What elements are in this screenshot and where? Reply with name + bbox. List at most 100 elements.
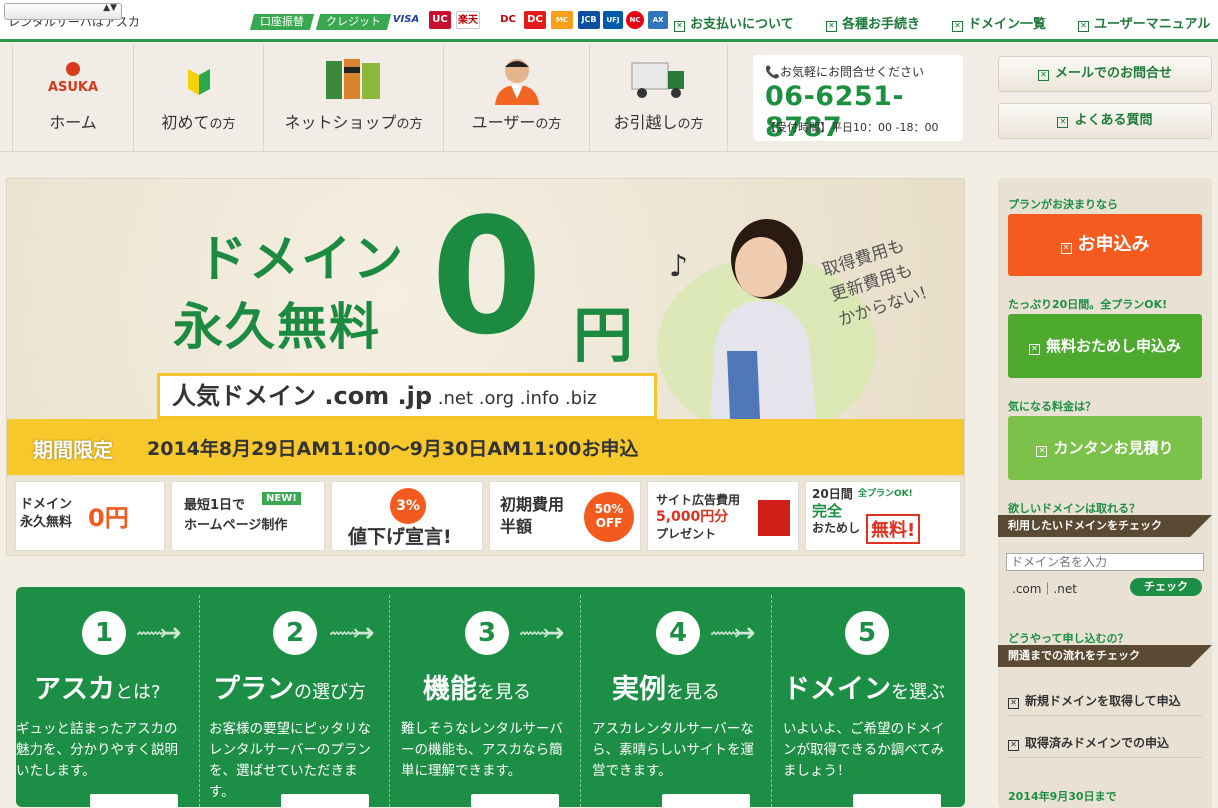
- hero-zero: 0: [431, 183, 543, 370]
- gift-box-icon: [758, 500, 790, 536]
- ufj-card-icon: UFJ: [603, 11, 623, 29]
- uc-card-icon: UC: [429, 11, 451, 29]
- new-domain-apply-link[interactable]: ✕ 新規ドメインを取得して申込: [1008, 686, 1202, 716]
- truck-icon: [630, 57, 688, 101]
- nav-users[interactable]: ユーザーの方: [444, 45, 590, 152]
- flow-caption: どうやって申し込むの？: [1008, 632, 1129, 645]
- payment-tag-bank: 口座振替: [249, 14, 315, 30]
- amex-card-icon: AX: [648, 11, 668, 29]
- step-button[interactable]: [853, 794, 941, 808]
- payment-info-link[interactable]: ✕ お支払いについて: [674, 13, 794, 32]
- banner-free-trial[interactable]: 20日間 完全 おためし 全プランOK! 無料!: [805, 481, 961, 551]
- step-desc: お客様の要望にピッタリなレンタルサーバーのプランを、選ばせていただきます。: [209, 721, 371, 800]
- step-title: プランの選び方: [213, 674, 366, 705]
- step-5[interactable]: 5 ドメインを選ぶ いよいよ、ご希望のドメインが取得できるか調べてみましょう！: [771, 587, 965, 808]
- step-desc: アスカレンタルサーバーなら、素晴らしいサイトを運営できます。: [592, 721, 754, 779]
- check-icon: ✕: [1008, 740, 1019, 751]
- phone-contact-box: 📞お気軽にお問合せください 06-6251-8787 【受付時間】平日10：00…: [753, 55, 963, 143]
- domain-check-header: 利用したいドメインをチェック: [998, 515, 1212, 537]
- dc-card-icon: DC: [500, 14, 516, 25]
- step-number: 2: [273, 611, 317, 655]
- step-desc: ギュッと詰まったアスカの魅力を、分かりやすく説明いたします。: [16, 721, 178, 779]
- domain-check-caption: 欲しいドメインは取れる？: [1008, 502, 1140, 515]
- check-icon: ✕: [1037, 70, 1049, 81]
- popular-domains-box: 人気ドメイン .com .jp .net .org .info .biz: [157, 373, 657, 419]
- step-title: ドメインを選ぶ: [783, 674, 945, 705]
- arrow-icon: ⟿➜: [519, 621, 565, 646]
- banner-domain-free[interactable]: ドメイン 永久無料 0円: [15, 481, 165, 551]
- phone-icon: 📞: [765, 65, 780, 79]
- nicos-card-icon: NC: [626, 11, 644, 29]
- banner-price-cut[interactable]: 3% 値下げ宣言!: [331, 481, 483, 551]
- step-button[interactable]: [90, 794, 178, 808]
- hero-yen: 円: [573, 301, 633, 371]
- step-number: 3: [465, 611, 509, 655]
- trial-caption: たっぷり20日間。全プランOK!: [1008, 298, 1168, 311]
- check-icon: ✕: [1036, 446, 1048, 457]
- domain-check-button[interactable]: チェック: [1130, 578, 1202, 596]
- procedures-link[interactable]: ✕ 各種お手続き: [826, 13, 920, 32]
- apply-button[interactable]: ✕ お申込み: [1008, 214, 1202, 276]
- arrow-icon: ⟿➜: [136, 621, 182, 646]
- hero-line1: ドメイン: [197, 230, 405, 288]
- beginner-mark-icon: [186, 63, 212, 97]
- check-icon: ✕: [1028, 344, 1040, 355]
- owned-domain-apply-link[interactable]: ✕ 取得済みドメインでの申込: [1008, 728, 1202, 758]
- nav-home-label: ホーム: [49, 113, 97, 132]
- step-number: 1: [82, 611, 126, 655]
- staff-portrait-icon: [489, 55, 545, 105]
- nav-netshop[interactable]: ネットショップの方: [264, 45, 444, 152]
- free-trial-button[interactable]: ✕ 無料おためし申込み: [1008, 314, 1202, 378]
- limited-period-bar: 期間限定 2014年8月29日AM11:00〜9月30日AM11:00お申込: [7, 419, 964, 475]
- dc-card-icon-2: DC: [524, 11, 546, 29]
- step-title: 実例を見る: [612, 674, 720, 705]
- step-number: 5: [845, 611, 889, 655]
- domain-list-link[interactable]: ✕ ドメイン一覧: [952, 13, 1046, 32]
- step-4[interactable]: 4 ⟿➜ 実例を見る アスカレンタルサーバーなら、素晴らしいサイトを運営できます…: [580, 587, 771, 808]
- page-select-dropdown[interactable]: ▲▼: [4, 3, 122, 20]
- arrow-icon: ⟿➜: [329, 621, 375, 646]
- nav-beginners[interactable]: 初めての方: [134, 45, 264, 152]
- domain-search-input[interactable]: [1006, 553, 1204, 571]
- mail-inquiry-button[interactable]: ✕ メールでのお問合せ: [998, 56, 1212, 92]
- step-title: 機能を見る: [423, 674, 531, 705]
- estimate-button[interactable]: ✕ カンタンお見積り: [1008, 416, 1202, 480]
- deadline-caption: 2014年9月30日まで: [1008, 790, 1117, 803]
- banner-initial-half[interactable]: 初期費用 半額 50% OFF: [489, 481, 641, 551]
- step-button[interactable]: [281, 794, 369, 808]
- faq-button[interactable]: ✕ よくある質問: [998, 103, 1212, 139]
- step-1[interactable]: 1 ⟿➜ アスカとは? ギュッと詰まったアスカの魅力を、分かりやすく説明いたしま…: [16, 587, 199, 808]
- step-button[interactable]: [662, 794, 750, 808]
- phone-caption: お気軽にお問合せください: [779, 65, 924, 79]
- asuka-logo-icon: ASUKA: [47, 59, 99, 97]
- apply-caption: プランがお決まりなら: [1008, 198, 1118, 211]
- user-manual-link[interactable]: ✕ ユーザーマニュアル: [1078, 13, 1210, 32]
- check-icon: ✕: [1008, 698, 1019, 709]
- banner-homepage[interactable]: 最短1日で ホームページ制作 NEW!: [171, 481, 325, 551]
- payment-tag-credit: クレジット: [315, 14, 392, 30]
- step-desc: 難しそうなレンタルサーバーの機能も、アスカなら簡単に理解できます。: [401, 721, 563, 779]
- phone-hours: 【受付時間】平日10：00 -18：00: [765, 121, 939, 134]
- step-button[interactable]: [471, 794, 559, 808]
- arrow-icon: ⟿➜: [710, 621, 756, 646]
- tld-options: .com｜.net: [1012, 582, 1077, 596]
- hero-banner[interactable]: ドメイン 永久無料 0 円 ♪ 取得費用も 更新費用も かからない! 期間限定 …: [6, 178, 965, 556]
- check-icon: ✕: [1057, 117, 1069, 128]
- step-number: 4: [656, 611, 700, 655]
- nav-moving[interactable]: お引越しの方: [590, 45, 728, 152]
- top-bar: レンタルサーバはアスカ ▲▼ 口座振替 クレジット VISA UC 楽天 DC …: [0, 0, 1218, 42]
- banner-ad-credit[interactable]: サイト広告費用 5,000円分 プレゼント: [647, 481, 799, 551]
- mastercard-icon: MC: [551, 11, 573, 29]
- rakuten-card-icon: 楽天: [456, 11, 480, 29]
- check-icon: ✕: [1060, 243, 1072, 254]
- music-note-icon: ♪: [669, 249, 689, 284]
- step-desc: いよいよ、ご希望のドメインが取得できるか調べてみましょう！: [783, 721, 945, 779]
- nav-home[interactable]: ASUKA ホーム: [12, 45, 134, 152]
- step-2[interactable]: 2 ⟿➜ プランの選び方 お客様の要望にピッタリなレンタルサーバーのプランを、選…: [199, 587, 389, 808]
- right-sidebar: プランがお決まりなら ✕ お申込み たっぷり20日間。全プランOK! ✕ 無料おため…: [998, 178, 1212, 808]
- product-boxes-icon: [324, 57, 384, 101]
- limited-tag: 期間限定: [33, 438, 113, 462]
- step-3[interactable]: 3 ⟿➜ 機能を見る 難しそうなレンタルサーバーの機能も、アスカなら簡単に理解で…: [389, 587, 580, 808]
- jcb-card-icon: JCB: [578, 11, 600, 29]
- logo-text: ASUKA: [48, 80, 98, 95]
